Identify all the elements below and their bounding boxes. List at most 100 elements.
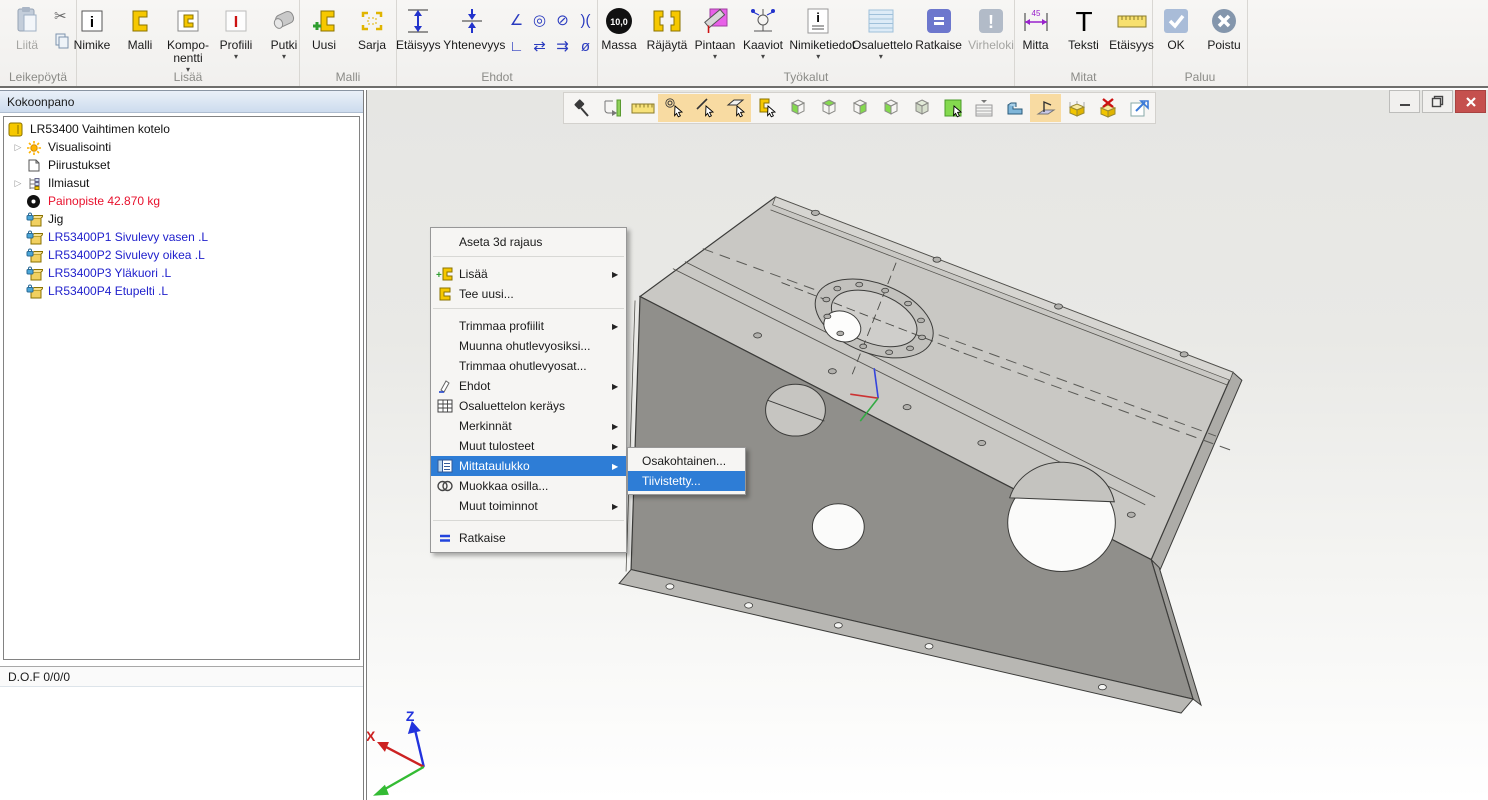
- equal-constraint-icon[interactable]: ⇄: [528, 33, 551, 59]
- nimiketiedot-button[interactable]: i Nimiketiedot ▾: [790, 3, 847, 62]
- putki-button[interactable]: Putki ▾: [263, 3, 305, 62]
- distance-constraint-button[interactable]: Etäisyys: [397, 3, 440, 54]
- svg-text:!: !: [988, 12, 994, 32]
- tree-item[interactable]: LR53400P3 Yläkuori .L: [4, 264, 359, 282]
- menu-item-label: Trimmaa profiilit: [459, 319, 612, 333]
- view-shaded-icon[interactable]: [906, 94, 937, 122]
- view-front-icon[interactable]: [782, 94, 813, 122]
- close-button[interactable]: [1455, 90, 1486, 113]
- menu-item[interactable]: Ehdot▶: [431, 376, 626, 396]
- snap-edge-icon[interactable]: [689, 94, 720, 122]
- perpendicular-constraint-icon[interactable]: ∟: [505, 33, 528, 59]
- tree-item[interactable]: Painopiste 42.870 kg: [4, 192, 359, 210]
- tree-item-label: LR53400P4 Etupelti .L: [48, 284, 168, 298]
- menu-item[interactable]: Trimmaa ohutlevyosat...: [431, 356, 626, 376]
- menu-item[interactable]: Tee uusi...: [431, 284, 626, 304]
- minimize-button[interactable]: [1389, 90, 1420, 113]
- show-box-icon[interactable]: [1061, 94, 1092, 122]
- ok-button[interactable]: OK: [1155, 3, 1197, 54]
- osaluettelo-button[interactable]: Osaluettelo ▾: [853, 3, 910, 62]
- coincident-constraint-button[interactable]: Yhtenevyys: [446, 3, 499, 54]
- view-top-icon[interactable]: [813, 94, 844, 122]
- virheloki-button[interactable]: ! Virheloki: [968, 3, 1014, 54]
- export-view-icon[interactable]: [1123, 94, 1154, 122]
- menu-item[interactable]: Muokkaa osilla...: [431, 476, 626, 496]
- paste-button[interactable]: Liitä: [6, 3, 48, 54]
- profiili-button[interactable]: I Profiili ▾: [215, 3, 257, 62]
- menu-item-label: Ratkaise: [459, 531, 612, 545]
- copy-icon[interactable]: [54, 33, 70, 52]
- malli-button[interactable]: Malli: [119, 3, 161, 54]
- step-model-icon[interactable]: [999, 94, 1030, 122]
- profile-icon: I: [224, 5, 248, 37]
- ruler-icon[interactable]: [627, 94, 658, 122]
- tree-indent: [10, 160, 26, 170]
- measure-edge-icon[interactable]: [596, 94, 627, 122]
- kaaviot-button[interactable]: Kaaviot ▾: [742, 3, 784, 62]
- tree-expand-icon[interactable]: ▷: [10, 142, 26, 153]
- tree-item[interactable]: Jig: [4, 210, 359, 228]
- tree-item[interactable]: LR53400P2 Sivulevy oikea .L: [4, 246, 359, 264]
- group-label-constraints: Ehdot: [397, 70, 597, 84]
- select-component-icon[interactable]: [751, 94, 782, 122]
- mitta-button[interactable]: 45 Mitta: [1015, 3, 1057, 54]
- uusi-button[interactable]: Uusi: [303, 3, 345, 54]
- poistu-button[interactable]: Poistu: [1203, 3, 1245, 54]
- group-label-tools: Työkalut: [598, 70, 1014, 84]
- tree-item[interactable]: ▷Visualisointi: [4, 138, 359, 156]
- hide-box-icon[interactable]: [1092, 94, 1123, 122]
- etaisyys-mitta-button[interactable]: Etäisyys: [1111, 3, 1153, 54]
- menu-item[interactable]: Mittataulukko▶: [431, 456, 626, 476]
- menu-item[interactable]: Muut tulosteet▶: [431, 436, 626, 456]
- ribbon-group-dimensions: 45 Mitta T Teksti Etäisyys Mitat: [1015, 0, 1153, 86]
- ribbon-group-back: OK Poistu Paluu: [1153, 0, 1248, 86]
- add-component-icon: +: [431, 266, 459, 282]
- komponentti-button[interactable]: Kompo­nentti ▾: [167, 3, 209, 75]
- menu-item[interactable]: Aseta 3d rajaus: [431, 232, 626, 252]
- pintaan-button[interactable]: I Pintaan ▾: [694, 3, 736, 62]
- tree-expand-icon[interactable]: ▷: [10, 178, 26, 189]
- tree-item-label: Piirustukset: [48, 158, 110, 172]
- restore-button[interactable]: [1422, 90, 1453, 113]
- sarja-button[interactable]: Sarja: [351, 3, 393, 54]
- snap-face-icon[interactable]: [720, 94, 751, 122]
- symmetry-constraint-icon[interactable]: )(: [574, 7, 597, 33]
- tree-item[interactable]: LR53400P4 Etupelti .L: [4, 282, 359, 300]
- tree-item[interactable]: ▷Ilmiasut: [4, 174, 359, 192]
- menu-item[interactable]: Muut toiminnot▶: [431, 496, 626, 516]
- rajayta-button[interactable]: Räjäytä: [646, 3, 688, 54]
- cut-icon[interactable]: ✂: [54, 7, 70, 25]
- menu-item[interactable]: Merkinnät▶: [431, 416, 626, 436]
- parallel-constraint-icon[interactable]: ⇉: [551, 33, 574, 59]
- massa-button[interactable]: 10,0 Massa: [598, 3, 640, 54]
- menu-item-label: Osaluettelon keräys: [459, 399, 612, 413]
- view-left-icon[interactable]: [844, 94, 875, 122]
- assembly-icon: [8, 122, 26, 137]
- submenu-item-label: Osakohtainen...: [642, 454, 745, 468]
- pin-icon[interactable]: [565, 94, 596, 122]
- submenu-item[interactable]: Tiivistetty...: [628, 471, 745, 491]
- pick-view-icon[interactable]: [937, 94, 968, 122]
- snap-point-icon[interactable]: [658, 94, 689, 122]
- ribbon-group-tools: 10,0 Massa Räjäytä I Pintaan ▾: [598, 0, 1015, 86]
- view-right-icon[interactable]: [875, 94, 906, 122]
- ratkaise-button[interactable]: Ratkaise: [915, 3, 962, 54]
- tangent-constraint-icon[interactable]: ⊘: [551, 7, 574, 33]
- tree-item[interactable]: LR53400P1 Sivulevy vasen .L: [4, 228, 359, 246]
- tree-item[interactable]: LR53400 Vaihtimen kotelo: [4, 120, 359, 138]
- view-list-icon[interactable]: [968, 94, 999, 122]
- menu-item[interactable]: Muunna ohutlevyosiksi...: [431, 336, 626, 356]
- teksti-button[interactable]: T Teksti: [1063, 3, 1105, 54]
- menu-item[interactable]: Ratkaise: [431, 528, 626, 548]
- submenu-item[interactable]: Osakohtainen...: [628, 451, 745, 471]
- menu-item[interactable]: Trimmaa profiilit▶: [431, 316, 626, 336]
- mass-icon: [26, 194, 44, 209]
- angle-constraint-icon[interactable]: ∠: [505, 7, 528, 33]
- menu-item[interactable]: Osaluettelon keräys: [431, 396, 626, 416]
- antitangent-constraint-icon[interactable]: ø: [574, 33, 597, 59]
- nimike-button[interactable]: i Nimike: [71, 3, 113, 54]
- menu-item[interactable]: +Lisää▶: [431, 264, 626, 284]
- tree-item[interactable]: Piirustukset: [4, 156, 359, 174]
- concentric-constraint-icon[interactable]: ◎: [528, 7, 551, 33]
- section-plane-icon[interactable]: [1030, 94, 1061, 122]
